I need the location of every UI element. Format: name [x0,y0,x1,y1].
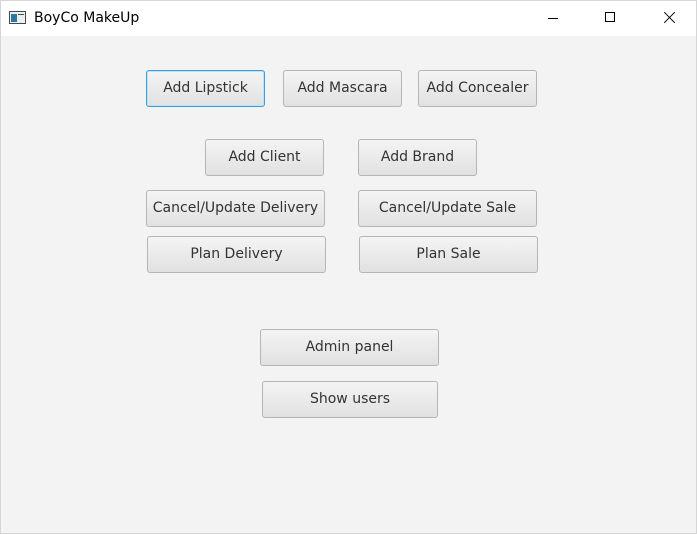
plan-delivery-button[interactable]: Plan Delivery [147,236,326,273]
close-icon [663,11,676,24]
plan-sale-button[interactable]: Plan Sale [359,236,538,273]
maximize-icon [605,12,615,22]
admin-panel-button[interactable]: Admin panel [260,329,439,366]
close-button[interactable] [646,1,692,35]
minimize-button[interactable] [531,1,577,35]
add-lipstick-button[interactable]: Add Lipstick [146,70,265,107]
add-client-button[interactable]: Add Client [205,139,324,176]
maximize-button[interactable] [587,1,633,35]
cancel-update-delivery-button[interactable]: Cancel/Update Delivery [146,190,325,227]
add-concealer-button[interactable]: Add Concealer [418,70,537,107]
app-window: BoyCo MakeUp Add Lipstick Add Mascara Ad… [0,0,697,534]
add-brand-button[interactable]: Add Brand [358,139,477,176]
add-mascara-button[interactable]: Add Mascara [283,70,402,107]
app-window-icon [9,11,26,24]
cancel-update-sale-button[interactable]: Cancel/Update Sale [358,190,537,227]
show-users-button[interactable]: Show users [262,381,438,418]
minimize-icon [548,18,558,19]
title-bar[interactable]: BoyCo MakeUp [1,1,696,36]
window-title: BoyCo MakeUp [34,10,140,26]
